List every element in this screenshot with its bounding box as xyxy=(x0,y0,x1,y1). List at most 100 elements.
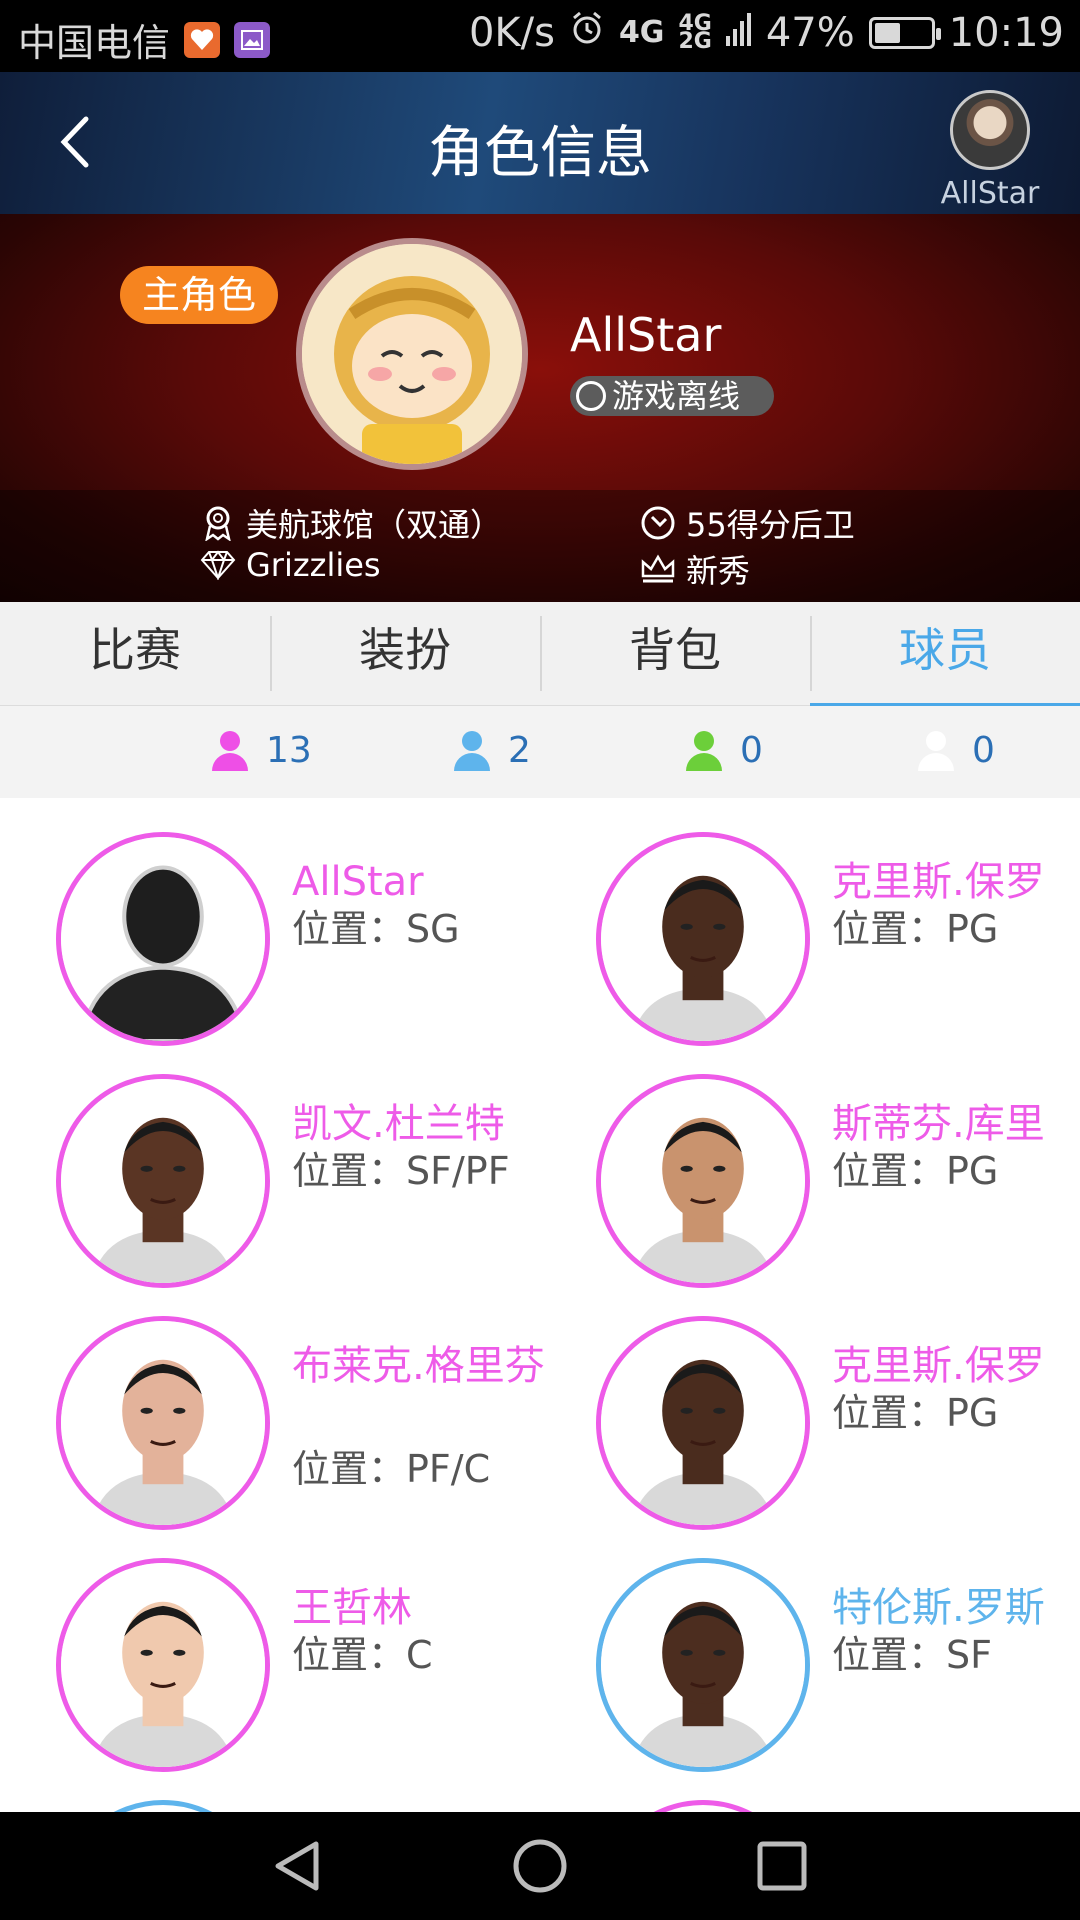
game-status-pill: 游戏离线 xyxy=(570,376,774,416)
network-speed: 0K/s xyxy=(468,10,555,56)
circle-home-icon xyxy=(513,1839,567,1893)
basketball-icon xyxy=(576,381,606,411)
rank-label: 新秀 xyxy=(686,552,751,590)
network-type-dual: 4G 2G xyxy=(678,13,712,54)
player-portrait xyxy=(601,1563,805,1767)
player-position: 位置：PG xyxy=(832,1149,999,1193)
crown-icon xyxy=(640,551,676,587)
gauge-icon xyxy=(640,505,676,541)
player-position: 位置：PG xyxy=(832,1391,999,1435)
count-pink-value: 13 xyxy=(266,730,312,771)
health-app-icon xyxy=(184,21,221,58)
user-name: AllStar xyxy=(940,176,1040,211)
player-avatar xyxy=(56,832,270,1046)
profile-info-strip: 美航球馆（双通） Grizzlies 55得分后卫 新秀 xyxy=(0,490,1080,602)
player-tier-counts: 13 2 0 0 xyxy=(0,706,1080,798)
count-blue-value: 2 xyxy=(508,730,531,771)
nav-recents-button[interactable] xyxy=(754,1838,810,1894)
person-head xyxy=(220,730,240,751)
venue-label: 美航球馆（双通） xyxy=(246,506,503,544)
player-name: 斯蒂芬.库里 xyxy=(832,1101,1045,1147)
profile-name: AllStar xyxy=(570,308,722,362)
tab-players[interactable]: 球员 xyxy=(810,602,1080,709)
person-head xyxy=(694,730,714,751)
diamond-icon xyxy=(200,547,236,583)
player-avatar xyxy=(56,1074,270,1288)
player-type-label: 55得分后卫 xyxy=(686,506,855,544)
player-card[interactable]: 克里斯.保罗 位置：PG xyxy=(596,832,1080,1062)
player-portrait xyxy=(601,837,805,1041)
person-head xyxy=(462,730,482,751)
clock: 10:19 xyxy=(948,10,1064,56)
player-portrait xyxy=(61,1079,265,1283)
player-name: 特伦斯.罗斯 xyxy=(832,1585,1045,1631)
player-position: 位置：C xyxy=(292,1633,433,1677)
main-role-badge: 主角色 xyxy=(120,266,278,324)
app-header: 角色信息 AllStar xyxy=(0,72,1080,214)
count-green: 0 xyxy=(684,730,763,771)
user-avatar[interactable] xyxy=(950,90,1030,170)
person-icon xyxy=(684,730,724,771)
player-position: 位置：PG xyxy=(832,907,999,951)
player-avatar-peek xyxy=(596,1800,810,1812)
profile-avatar[interactable] xyxy=(296,238,528,470)
player-card[interactable]: 布莱克.格里芬 位置：PF/C xyxy=(56,1316,576,1546)
player-portrait xyxy=(61,837,265,1041)
player-portrait xyxy=(61,1563,265,1767)
player-name: 克里斯.保罗 xyxy=(832,1343,1045,1389)
player-avatar xyxy=(56,1558,270,1772)
page-title: 角色信息 xyxy=(428,121,652,186)
status-bar: 中国电信 0K/s 4G 4G 2G 47% 10:19 xyxy=(0,0,1080,72)
player-name: 凯文.杜兰特 xyxy=(292,1101,505,1147)
count-blue: 2 xyxy=(452,730,531,771)
player-portrait xyxy=(601,1079,805,1283)
player-card[interactable]: 凯文.杜兰特 位置：SF/PF xyxy=(56,1074,576,1304)
player-position: 位置：SF/PF xyxy=(292,1149,510,1193)
status-left: 中国电信 xyxy=(18,12,271,67)
carrier-label: 中国电信 xyxy=(18,21,171,65)
tab-outfits[interactable]: 装扮 xyxy=(270,602,540,705)
square-recents-icon xyxy=(757,1841,807,1891)
player-card[interactable]: 克里斯.保罗 位置：PG xyxy=(596,1316,1080,1546)
count-green-value: 0 xyxy=(740,730,763,771)
player-position: 位置：PF/C xyxy=(292,1447,491,1491)
player-card[interactable]: 王哲林 位置：C xyxy=(56,1558,576,1788)
player-name: 克里斯.保罗 xyxy=(832,859,1045,905)
network-sub-bottom: 2G xyxy=(678,29,712,54)
player-card[interactable]: 特伦斯.罗斯 位置：SF xyxy=(596,1558,1080,1788)
player-avatar xyxy=(596,832,810,1046)
team-info: Grizzlies xyxy=(200,546,381,584)
person-body xyxy=(454,752,490,771)
status-right: 0K/s 4G 4G 2G 47% 10:19 xyxy=(469,10,1064,56)
battery-icon xyxy=(868,17,941,49)
tab-matches[interactable]: 比赛 xyxy=(0,602,270,705)
player-name: 王哲林 xyxy=(292,1585,412,1631)
player-card[interactable]: AllStar 位置：SG xyxy=(56,832,576,1062)
signal-icon xyxy=(725,10,752,56)
monkey-avatar-icon xyxy=(302,244,522,464)
battery-fill xyxy=(874,23,901,43)
count-white: 0 xyxy=(916,730,995,771)
player-avatar xyxy=(596,1074,810,1288)
player-avatar-peek xyxy=(56,1800,270,1812)
player-portrait xyxy=(601,1321,805,1525)
player-avatar xyxy=(56,1316,270,1530)
triangle-back-icon xyxy=(275,1841,319,1891)
battery-percent: 47% xyxy=(765,10,855,56)
player-position: 位置：SG xyxy=(292,907,460,951)
tab-backpack[interactable]: 背包 xyxy=(540,602,810,705)
player-portrait xyxy=(61,1321,265,1525)
person-head xyxy=(926,730,946,751)
player-card[interactable]: 斯蒂芬.库里 位置：PG xyxy=(596,1074,1080,1304)
player-type-info: 55得分后卫 xyxy=(640,500,855,546)
rank-info: 新秀 xyxy=(640,546,750,592)
system-nav-bar xyxy=(0,1812,1080,1920)
medal-icon xyxy=(200,505,236,541)
nav-back-button[interactable] xyxy=(270,1838,326,1894)
profile-banner: 主角色 AllStar 游戏离线 美航球馆（双通） Grizzlies 55得分… xyxy=(0,214,1080,602)
player-name: 布莱克.格里芬 xyxy=(292,1343,545,1389)
person-body xyxy=(918,752,954,771)
nav-home-button[interactable] xyxy=(512,1838,568,1894)
person-icon xyxy=(452,730,492,771)
count-pink: 13 xyxy=(210,730,312,771)
